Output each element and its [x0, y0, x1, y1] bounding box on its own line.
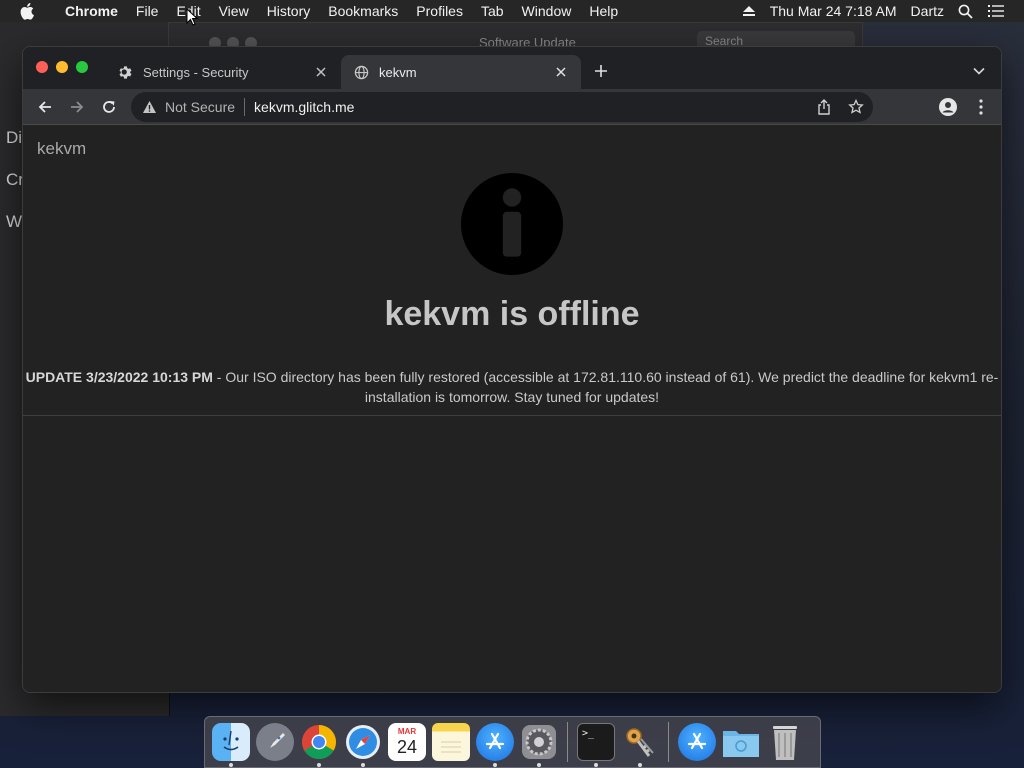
update-timestamp: UPDATE 3/23/2022 10:13 PM — [25, 369, 213, 385]
info-circle-icon — [461, 173, 563, 275]
url-text[interactable]: kekvm.glitch.me — [254, 99, 354, 115]
running-indicator — [317, 763, 321, 767]
warning-triangle-icon[interactable] — [141, 99, 157, 115]
tab-search-chevron-icon[interactable] — [969, 61, 989, 81]
spotlight-search-icon[interactable] — [951, 4, 980, 19]
bookmark-star-icon[interactable] — [847, 98, 865, 116]
app-store-icon[interactable] — [473, 720, 517, 767]
downloads-folder-icon[interactable] — [719, 720, 763, 764]
omnibox-actions — [815, 98, 865, 116]
content-divider — [23, 415, 1001, 416]
update-notice: UPDATE 3/23/2022 10:13 PM - Our ISO dire… — [23, 367, 1001, 407]
menubar-clock[interactable]: Thu Mar 24 7:18 AM — [763, 3, 904, 19]
browser-toolbar: Not Secure kekvm.glitch.me — [23, 89, 1001, 125]
tab-title: kekvm — [379, 64, 417, 80]
tab-strip: Settings - Security kekvm — [23, 47, 1001, 89]
notes-icon[interactable] — [429, 720, 473, 764]
chrome-menu-kebab-icon[interactable] — [969, 95, 993, 119]
menu-history[interactable]: History — [258, 3, 320, 19]
running-indicator — [493, 763, 497, 767]
menu-file[interactable]: File — [127, 3, 168, 19]
tab-title: Settings - Security — [143, 64, 249, 80]
menubar-user[interactable]: Dartz — [904, 3, 951, 19]
tab-kekvm[interactable]: kekvm — [341, 55, 581, 89]
dock: MAR 24 >_ — [204, 716, 821, 768]
menu-bar: Chrome File Edit View History Bookmarks … — [0, 0, 1024, 22]
dock-separator — [567, 722, 568, 762]
window-controls — [36, 61, 88, 73]
dock-separator — [668, 722, 669, 762]
system-preferences-icon[interactable] — [517, 720, 561, 767]
calendar-month: MAR — [397, 727, 417, 736]
trash-icon[interactable] — [763, 720, 807, 764]
page-headline: kekvm is offline — [384, 295, 640, 333]
menu-view[interactable]: View — [210, 3, 258, 19]
minimize-window-button[interactable] — [56, 61, 68, 73]
profile-avatar-icon[interactable] — [936, 95, 960, 119]
security-status-label[interactable]: Not Secure — [165, 99, 235, 115]
menu-tab[interactable]: Tab — [472, 3, 513, 19]
menu-app-name[interactable]: Chrome — [56, 3, 127, 19]
share-icon[interactable] — [815, 98, 833, 116]
site-name[interactable]: kekvm — [37, 139, 86, 159]
eject-icon[interactable] — [735, 5, 763, 17]
menu-help[interactable]: Help — [580, 3, 627, 19]
globe-icon — [353, 64, 369, 80]
terminal-prompt-glyph: >_ — [582, 728, 595, 739]
safari-icon[interactable] — [341, 720, 385, 767]
keychain-icon[interactable] — [618, 720, 662, 767]
update-message: - Our ISO directory has been fully resto… — [212, 369, 999, 405]
menu-profiles[interactable]: Profiles — [407, 3, 472, 19]
calendar-day: 24 — [396, 737, 418, 757]
gear-icon — [117, 64, 133, 80]
terminal-icon[interactable]: >_ — [574, 720, 618, 767]
chrome-icon[interactable] — [297, 720, 341, 767]
forward-arrow-icon[interactable] — [65, 95, 89, 119]
app-store-folder-icon[interactable] — [675, 720, 719, 764]
close-window-button[interactable] — [36, 61, 48, 73]
menu-bookmarks[interactable]: Bookmarks — [319, 3, 407, 19]
address-bar[interactable]: Not Secure kekvm.glitch.me — [131, 92, 873, 122]
back-arrow-icon[interactable] — [33, 95, 57, 119]
close-tab-icon[interactable] — [553, 64, 569, 80]
control-center-icon[interactable] — [980, 4, 1012, 18]
close-tab-icon[interactable] — [313, 64, 329, 80]
calendar-icon[interactable]: MAR 24 — [385, 720, 429, 764]
omnibox-separator — [244, 98, 246, 116]
background-text-fragment: W — [6, 212, 23, 231]
web-page-content: kekvm kekvm is offline UPDATE 3/23/2022 … — [23, 125, 1001, 692]
running-indicator — [594, 763, 598, 767]
chrome-window: Settings - Security kekvm Not Secure kek… — [22, 46, 1002, 693]
tab-settings-security[interactable]: Settings - Security — [105, 55, 341, 89]
apple-menu-icon[interactable] — [0, 2, 56, 20]
new-tab-plus-icon[interactable] — [591, 61, 611, 81]
running-indicator — [537, 763, 541, 767]
mouse-pointer-icon — [186, 8, 198, 26]
menu-window[interactable]: Window — [513, 3, 581, 19]
running-indicator — [229, 763, 233, 767]
running-indicator — [361, 763, 365, 767]
launchpad-icon[interactable] — [253, 720, 297, 764]
reload-icon[interactable] — [97, 95, 121, 119]
finder-icon[interactable] — [209, 720, 253, 767]
running-indicator — [638, 763, 642, 767]
zoom-window-button[interactable] — [76, 61, 88, 73]
background-text-fragment: Di — [6, 128, 23, 147]
